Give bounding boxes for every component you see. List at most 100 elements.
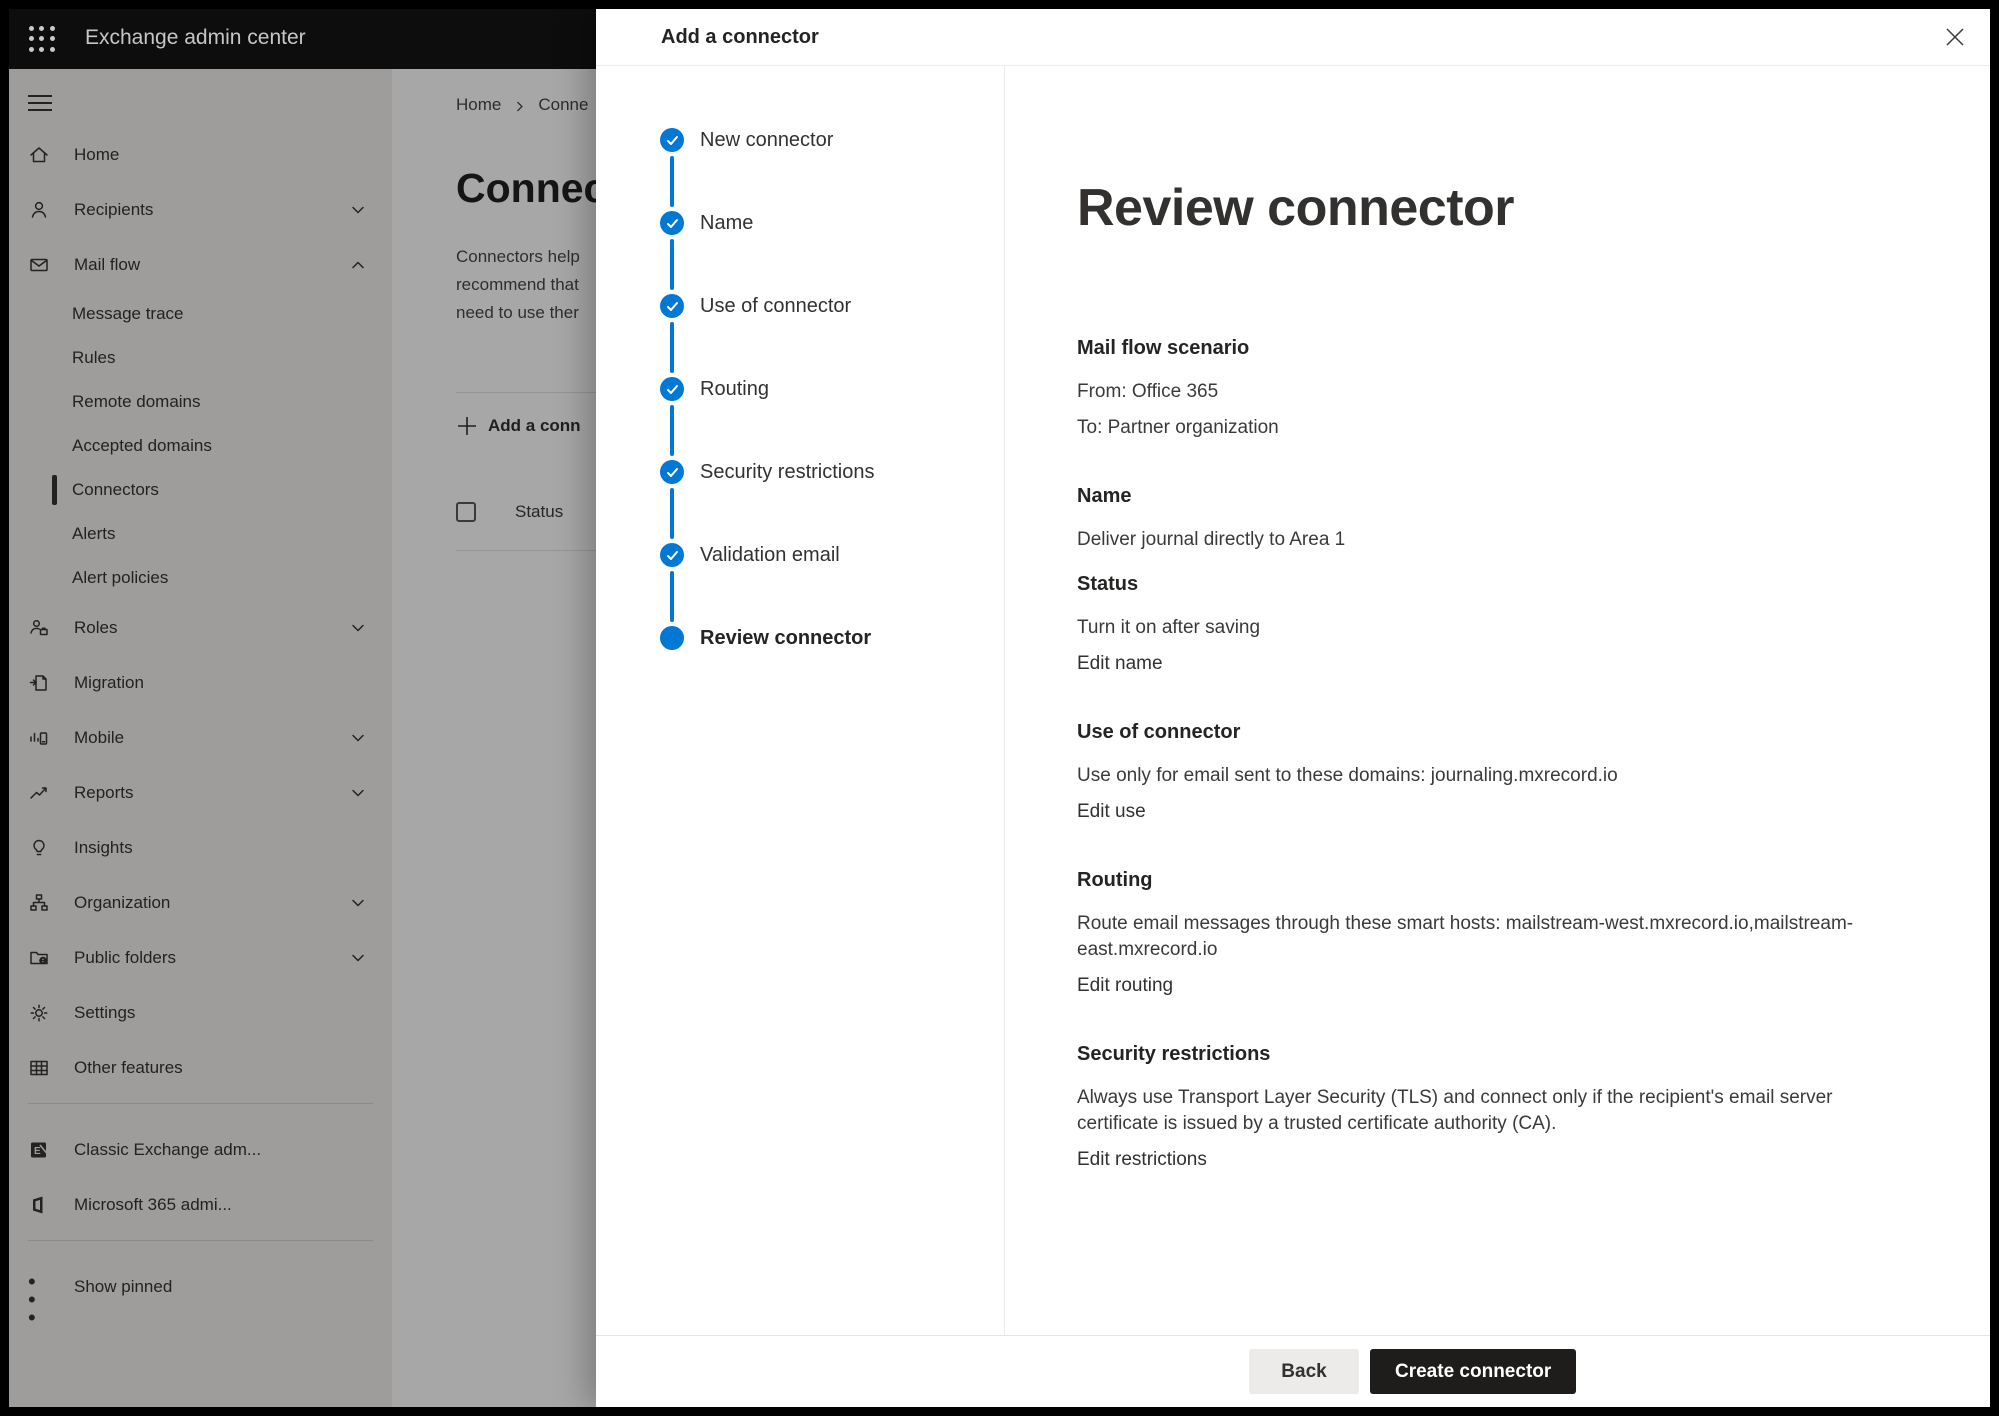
step-rail <box>660 377 684 460</box>
app-launcher-icon[interactable] <box>27 24 57 54</box>
sidebar-item-insights[interactable]: Insights <box>9 820 392 875</box>
step-rail <box>660 626 684 709</box>
sidebar-item-public-folders[interactable]: Public folders <box>9 930 392 985</box>
sidebar-item-label: Home <box>74 145 119 165</box>
chevron-down-icon <box>350 950 366 966</box>
grid-icon <box>28 1057 50 1079</box>
sidebar-item-organization[interactable]: Organization <box>9 875 392 930</box>
sidebar-item-home[interactable]: Home <box>9 127 392 182</box>
review-text-from-office-365: From: Office 365 <box>1077 379 1872 405</box>
status-column-header: Status <box>515 502 563 522</box>
completed-step-check-icon <box>660 543 684 567</box>
sidebar-item-alerts[interactable]: Alerts <box>9 512 392 556</box>
sidebar-item-label: Reports <box>74 783 134 803</box>
chevron-down-icon <box>350 202 366 218</box>
edit-routing-link[interactable]: Edit routing <box>1077 973 1173 999</box>
step-name[interactable]: Name <box>660 211 1004 294</box>
sidebar-item-label: Insights <box>74 838 133 858</box>
step-routing[interactable]: Routing <box>660 377 1004 460</box>
completed-step-check-icon <box>660 211 684 235</box>
sidebar-item-label: Alerts <box>72 524 115 544</box>
exchange-logo-icon: E <box>28 1139 50 1161</box>
roles-icon <box>28 617 50 639</box>
sidebar-item-label: Message trace <box>72 304 184 324</box>
chevron-down-icon <box>350 620 366 636</box>
sidebar-item-reports[interactable]: Reports <box>9 765 392 820</box>
organization-icon <box>28 892 50 914</box>
review-content: Review connector Mail flow scenarioFrom:… <box>1005 66 1990 1335</box>
sidebar-item-alert-policies[interactable]: Alert policies <box>9 556 392 600</box>
edit-restrictions-link[interactable]: Edit restrictions <box>1077 1147 1207 1173</box>
sidebar-item-message-trace[interactable]: Message trace <box>9 292 392 336</box>
back-button[interactable]: Back <box>1249 1349 1359 1394</box>
step-rail <box>660 460 684 543</box>
sidebar-item-remote-domains[interactable]: Remote domains <box>9 380 392 424</box>
sidebar-divider <box>28 1240 373 1241</box>
add-connector-label: Add a conn <box>488 416 581 436</box>
app-window: Exchange admin center HomeRecipientsMail… <box>9 9 1990 1407</box>
sidebar-item-mobile[interactable]: Mobile <box>9 710 392 765</box>
home-icon <box>28 144 50 166</box>
step-new-connector[interactable]: New connector <box>660 128 1004 211</box>
completed-step-check-icon <box>660 128 684 152</box>
sidebar-item-other-features[interactable]: Other features <box>9 1040 392 1095</box>
review-text-use-only-for: Use only for email sent to these domains… <box>1077 763 1872 789</box>
step-connector-line <box>670 488 674 539</box>
step-security-restrictions[interactable]: Security restrictions <box>660 460 1004 543</box>
sidebar-item-connectors[interactable]: Connectors <box>9 468 392 512</box>
review-header-security-restrictions: Security restrictions <box>1077 1039 1872 1069</box>
review-text-deliver-journal-directly: Deliver journal directly to Area 1 <box>1077 527 1872 553</box>
sidebar-item-microsoft-365-admin[interactable]: Microsoft 365 admi... <box>9 1177 392 1232</box>
step-label: Security restrictions <box>700 460 875 543</box>
public-folders-icon <box>28 947 50 969</box>
dialog-title: Add a connector <box>661 26 819 49</box>
sidebar-item-accepted-domains[interactable]: Accepted domains <box>9 424 392 468</box>
edit-name-link[interactable]: Edit name <box>1077 651 1163 677</box>
sidebar-item-settings[interactable]: Settings <box>9 985 392 1040</box>
step-review-connector[interactable]: Review connector <box>660 626 1004 709</box>
sidebar-item-show-pinned[interactable]: • • •Show pinned <box>9 1259 392 1314</box>
page-description-line: Connectors help <box>456 243 580 271</box>
sidebar-item-label: Migration <box>74 673 144 693</box>
hamburger-menu-icon[interactable] <box>28 95 52 113</box>
add-connector-dialog: Add a connector New connectorNameUse of … <box>596 9 1990 1407</box>
breadcrumb-home[interactable]: Home <box>456 95 501 115</box>
sidebar-item-label: Mobile <box>74 728 124 748</box>
close-icon <box>1942 24 1968 50</box>
step-use-of-connector[interactable]: Use of connector <box>660 294 1004 377</box>
sidebar-divider <box>28 1103 373 1104</box>
review-header-use-of-connector: Use of connector <box>1077 717 1872 747</box>
svg-text:E: E <box>34 1146 41 1157</box>
step-connector-line <box>670 239 674 290</box>
page-title: Connec <box>456 165 606 212</box>
dialog-header: Add a connector <box>596 9 1990 66</box>
step-connector-line <box>670 156 674 207</box>
sidebar-item-label: Recipients <box>74 200 153 220</box>
sidebar-item-roles[interactable]: Roles <box>9 600 392 655</box>
step-validation-email[interactable]: Validation email <box>660 543 1004 626</box>
step-label: New connector <box>700 128 833 211</box>
close-button[interactable] <box>1941 23 1969 51</box>
step-rail <box>660 294 684 377</box>
step-rail <box>660 543 684 626</box>
current-step-dot <box>660 626 684 650</box>
breadcrumb-connectors[interactable]: Conne <box>538 95 588 115</box>
add-connector-button[interactable]: Add a conn <box>456 409 581 443</box>
sidebar-item-migration[interactable]: Migration <box>9 655 392 710</box>
chevron-up-icon <box>350 257 366 273</box>
dialog-body: New connectorNameUse of connectorRouting… <box>596 66 1990 1335</box>
create-connector-button[interactable]: Create connector <box>1370 1349 1576 1394</box>
review-header-mail-flow-scenario: Mail flow scenario <box>1077 333 1872 363</box>
page-description-line: need to use ther <box>456 299 580 327</box>
sidebar-item-mail-flow[interactable]: Mail flow <box>9 237 392 292</box>
sidebar-item-recipients[interactable]: Recipients <box>9 182 392 237</box>
sidebar-item-label: Public folders <box>74 948 176 968</box>
mail-icon <box>28 254 50 276</box>
select-all-checkbox[interactable] <box>456 502 476 522</box>
sidebar-item-classic-exchange-admin[interactable]: EClassic Exchange adm... <box>9 1122 392 1177</box>
edit-use-link[interactable]: Edit use <box>1077 799 1146 825</box>
sidebar: Home Recipients Mail flow Message trace Rule… <box>9 69 392 1407</box>
settings-icon <box>28 1002 50 1024</box>
sidebar-item-rules[interactable]: Rules <box>9 336 392 380</box>
sidebar-item-label: Microsoft 365 admi... <box>74 1195 232 1215</box>
